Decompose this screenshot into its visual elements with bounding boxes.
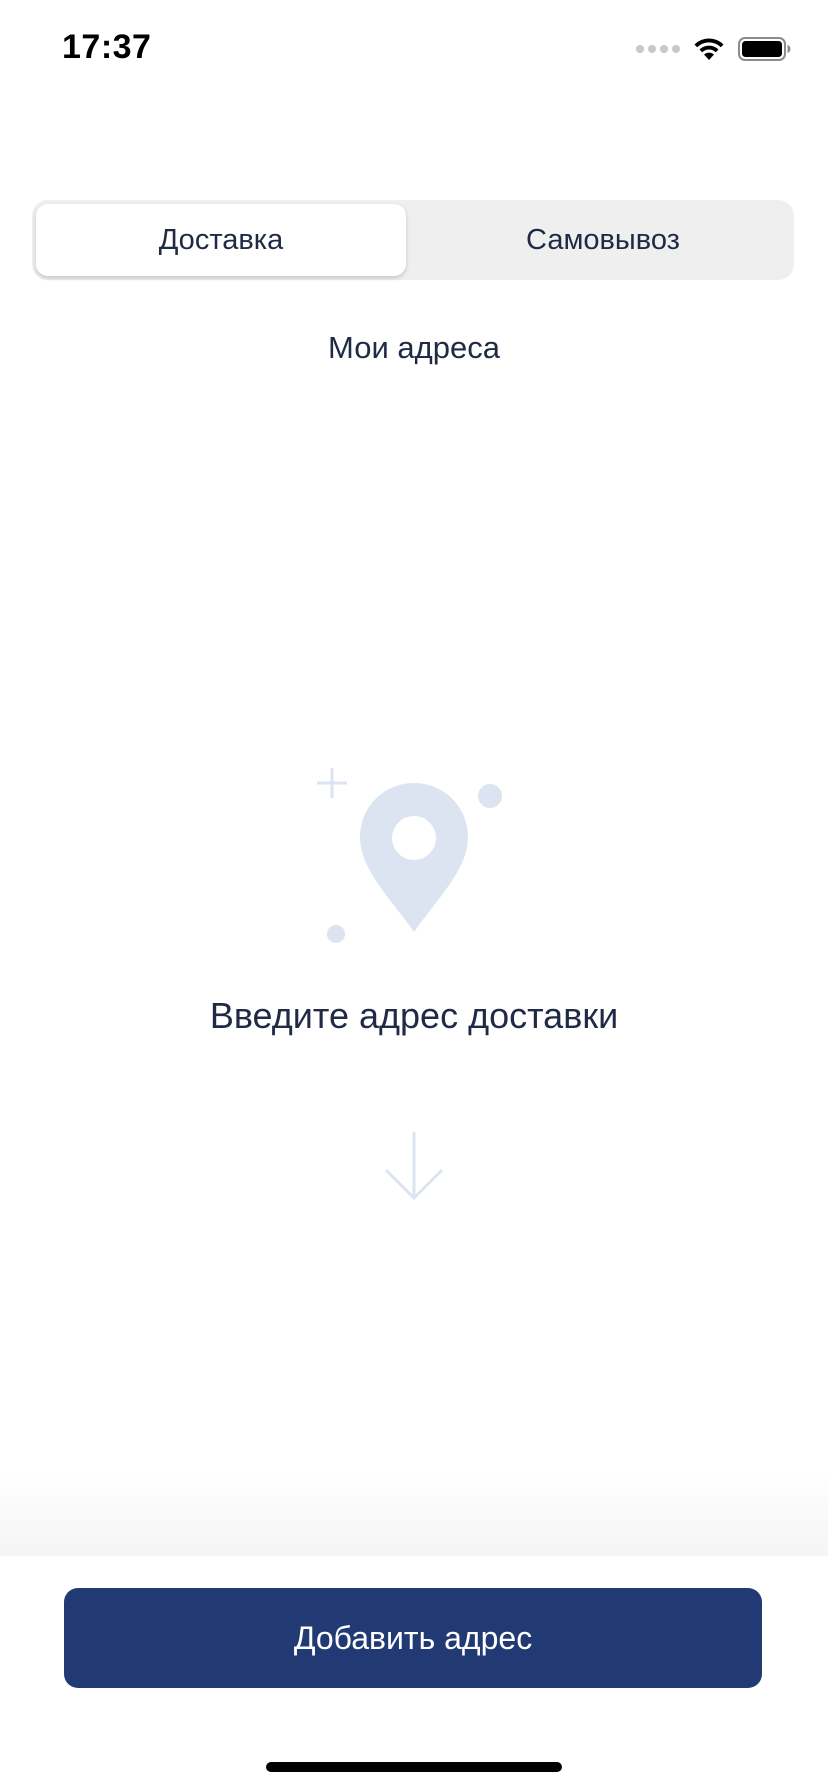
- cellular-signal-icon: [636, 45, 680, 53]
- tab-delivery[interactable]: Доставка: [36, 204, 406, 276]
- delivery-address-screen: 17:37 Доставка Самовывоз Мои адреса Введ…: [0, 0, 828, 1792]
- status-time: 17:37: [62, 28, 152, 66]
- delivery-mode-segmented-control: Доставка Самовывоз: [32, 200, 794, 280]
- battery-icon: [738, 37, 791, 61]
- arrow-down-icon: [384, 1132, 444, 1201]
- home-indicator[interactable]: [266, 1762, 562, 1772]
- map-pin-icon: [317, 768, 502, 943]
- status-icons: [636, 36, 792, 62]
- empty-state-message: Введите адрес доставки: [209, 995, 619, 1036]
- status-bar: 17:37: [0, 0, 828, 100]
- add-address-button[interactable]: Добавить адрес: [64, 1588, 762, 1688]
- bottom-fade: [0, 1470, 828, 1558]
- wifi-icon: [694, 38, 724, 60]
- section-title: Мои адреса: [328, 330, 500, 365]
- tab-pickup[interactable]: Самовывоз: [412, 200, 794, 280]
